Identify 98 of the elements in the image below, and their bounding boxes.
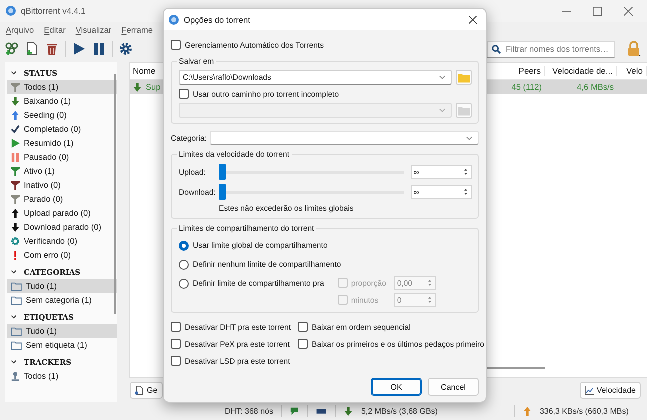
- down-arrow-icon: [11, 96, 20, 106]
- general-tab-button[interactable]: Ge: [130, 382, 163, 398]
- pause-icon[interactable]: [92, 42, 106, 56]
- sidebar-item[interactable]: Baixando (1): [7, 94, 117, 108]
- speed-tab-button[interactable]: Velocidade: [580, 382, 641, 398]
- speech-bubble-icon: [290, 406, 300, 416]
- sidebar-item[interactable]: Resumido (1): [7, 136, 117, 150]
- checkbox[interactable]: [179, 89, 189, 99]
- dialog-title: Opções do torrent: [184, 14, 250, 24]
- menu-item[interactable]: Editar: [44, 25, 66, 35]
- checkbox[interactable]: [298, 339, 308, 349]
- sidebar-item[interactable]: Inativo (0): [7, 178, 117, 192]
- category-dropdown[interactable]: [210, 131, 479, 145]
- chevron-icon[interactable]: [11, 70, 17, 76]
- checkbox[interactable]: [171, 339, 181, 349]
- sidebar-item[interactable]: Todos (1): [7, 80, 117, 94]
- down-arrow-icon: [133, 82, 142, 92]
- sidebar-item[interactable]: Pausado (0): [7, 150, 117, 164]
- sidebar-item[interactable]: Tudo (1): [7, 279, 117, 293]
- sidebar-item[interactable]: Tudo (1): [7, 324, 117, 338]
- column-header[interactable]: Velo: [617, 66, 647, 76]
- radio-button[interactable]: [179, 240, 189, 250]
- line-chart-icon: [584, 386, 594, 394]
- down-arrow-icon: [11, 222, 20, 232]
- app-logo-icon: [6, 6, 16, 16]
- folder-icon: [458, 72, 470, 82]
- sidebar-item[interactable]: Seeding (0): [7, 108, 117, 122]
- down-arrow-icon: [344, 406, 354, 416]
- settings-icon[interactable]: [119, 42, 133, 56]
- folder-icon: [11, 282, 22, 290]
- sidebar-item[interactable]: Com erro (0): [7, 248, 117, 262]
- caret-icon: [439, 75, 446, 80]
- table-cell: Sup: [146, 82, 161, 92]
- upload-speed: 336,3 KBs/s (660,3 MBs): [540, 406, 629, 416]
- folder-icon: [11, 296, 22, 304]
- chevron-icon[interactable]: [11, 359, 17, 365]
- sidebar-item[interactable]: Verificando (0): [7, 234, 117, 248]
- maximize-icon[interactable]: [593, 6, 602, 16]
- nodes-plus-icon[interactable]: [5, 42, 19, 56]
- sidebar-item[interactable]: Sem categoria (1): [7, 293, 117, 307]
- dialog-button[interactable]: OK: [371, 378, 422, 396]
- sidebar-item[interactable]: Parado (0): [7, 192, 117, 206]
- gear-icon: [11, 236, 20, 246]
- checkbox[interactable]: [298, 322, 308, 332]
- download-speed: 5,2 MBs/s (3,68 GBs): [361, 406, 438, 416]
- menu-item[interactable]: Ferrame: [122, 25, 154, 35]
- sidebar-item[interactable]: Upload parado (0): [7, 206, 117, 220]
- up-arrow-icon: [11, 208, 20, 218]
- slider-thumb[interactable]: [219, 184, 226, 200]
- sidebar-item[interactable]: Ativo (1): [7, 164, 117, 178]
- spin-arrows-icon: [463, 167, 469, 177]
- pause-icon: [11, 152, 20, 162]
- table-cell-text: 4,6 MBs/s: [576, 82, 615, 92]
- search-field[interactable]: Filtrar nomes dos torrents…: [487, 40, 615, 58]
- chevron-icon[interactable]: [11, 269, 17, 275]
- sidebar-item[interactable]: Download parado (0): [7, 220, 117, 234]
- user-icon: [11, 372, 20, 380]
- folder-icon: [11, 326, 22, 336]
- folder-icon: [458, 106, 470, 116]
- checkbox[interactable]: [171, 322, 181, 332]
- slider[interactable]: [219, 164, 404, 180]
- radio-button[interactable]: [179, 278, 189, 288]
- menu-item[interactable]: Visualizar: [76, 25, 112, 35]
- dht-status: DHT: 368 nós: [225, 406, 274, 416]
- slider[interactable]: [219, 184, 404, 200]
- folder-icon: [11, 340, 22, 350]
- column-header[interactable]: Peers: [497, 66, 545, 76]
- caret-icon: [466, 136, 473, 140]
- caret-icon: [439, 108, 446, 113]
- sidebar-item[interactable]: Todos (1): [7, 369, 117, 383]
- scrollbar[interactable]: [114, 74, 116, 314]
- funnel-icon: [11, 82, 20, 92]
- search-icon: [492, 44, 501, 54]
- trash-icon[interactable]: [45, 42, 59, 56]
- close-icon[interactable]: [469, 16, 477, 24]
- chevron-icon[interactable]: [11, 314, 17, 320]
- table-cell-text: 45 (112): [510, 82, 543, 92]
- checkbox[interactable]: [171, 40, 181, 50]
- document-icon: [135, 386, 144, 394]
- radio-button[interactable]: [179, 260, 189, 270]
- spin-arrows-icon: [427, 278, 434, 288]
- spin-arrows-icon: [427, 295, 434, 305]
- dialog-button[interactable]: Cancel: [428, 378, 479, 396]
- app-logo-icon: [169, 14, 179, 24]
- column-header[interactable]: Velocidade de...: [545, 66, 617, 76]
- menu-item[interactable]: Arquivo: [6, 25, 34, 35]
- sidebar-item[interactable]: Sem etiqueta (1): [7, 338, 117, 352]
- play-icon: [11, 138, 20, 148]
- play-icon[interactable]: [72, 42, 86, 56]
- window-title: qBittorrent v4.4.1: [21, 6, 86, 16]
- up-arrow-icon: [11, 110, 20, 120]
- file-plus-icon[interactable]: [25, 42, 39, 56]
- up-arrow-icon: [522, 406, 532, 416]
- checkmark-icon: [11, 124, 20, 134]
- checkbox[interactable]: [171, 356, 181, 366]
- slider-thumb[interactable]: [219, 164, 226, 180]
- sidebar-item[interactable]: Completado (0): [7, 122, 117, 136]
- spin-arrows-icon: [463, 187, 469, 197]
